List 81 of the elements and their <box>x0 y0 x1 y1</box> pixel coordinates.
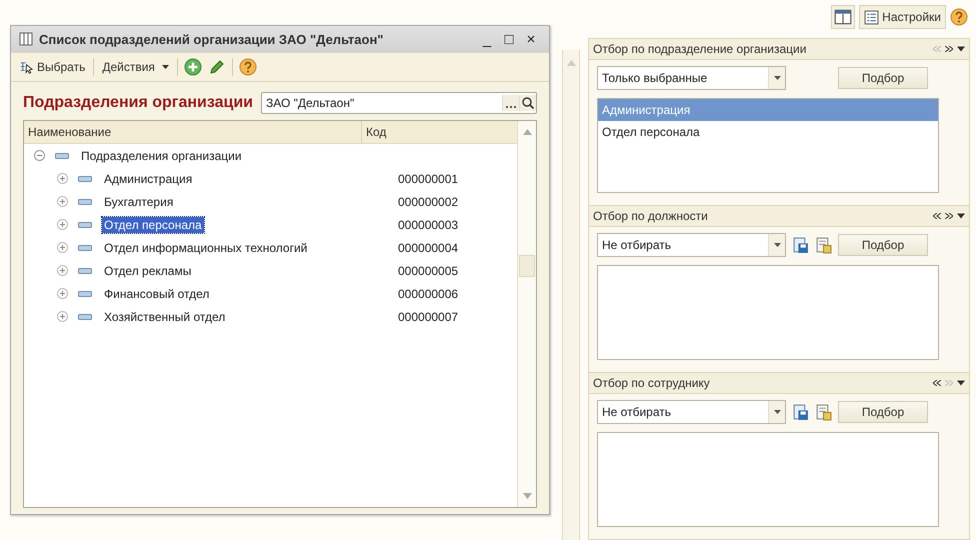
help-icon[interactable] <box>238 58 257 76</box>
code-cell-text: 000000002 <box>397 194 458 208</box>
list-icon <box>864 10 880 24</box>
code-cell-text: 000000005 <box>397 264 458 278</box>
tree-item[interactable]: Администрация <box>102 170 194 186</box>
caret-icon <box>774 243 780 247</box>
code-cell-text: 000000003 <box>397 218 458 232</box>
code-cell-text: 000000004 <box>397 240 458 254</box>
code-cell-text: 000000007 <box>397 310 458 324</box>
window-control-button[interactable]: _ <box>477 30 497 48</box>
open-folder-icon[interactable] <box>815 404 832 420</box>
tree-item[interactable]: Хозяйственный отдел <box>102 308 228 324</box>
list-item[interactable]: Отдел персонала <box>598 121 938 143</box>
group-icon <box>78 290 92 296</box>
pick-button[interactable]: Подбор <box>838 401 928 423</box>
form-heading: Подразделения организации <box>23 94 253 112</box>
scroll-down-icon[interactable] <box>522 493 532 499</box>
caret-icon <box>162 65 169 69</box>
tree-item[interactable]: Отдел персонала <box>102 216 204 232</box>
filter-mode-dropdown[interactable]: Не отбирать <box>597 233 786 257</box>
caret-icon <box>774 76 780 80</box>
save-icon[interactable] <box>792 236 809 254</box>
pencil-icon[interactable] <box>208 58 226 76</box>
expand-icon[interactable] <box>57 196 68 207</box>
expand-icon[interactable] <box>57 288 68 299</box>
scroll-thumb[interactable] <box>519 255 535 277</box>
window-control-button[interactable]: □ <box>499 30 519 48</box>
select-button[interactable]: Выбрать <box>17 58 88 76</box>
pick-button[interactable]: Подбор <box>838 234 928 256</box>
collapse-icon[interactable] <box>34 150 45 161</box>
organization-field[interactable]: ЗАО "Дельтаон" <box>260 92 537 114</box>
next-icon[interactable] <box>945 46 953 52</box>
group-icon <box>78 268 92 274</box>
expand-icon[interactable] <box>57 311 68 322</box>
previous-icon[interactable] <box>933 213 941 219</box>
next-icon[interactable] <box>945 213 953 219</box>
filter-title: Отбор по сотруднику <box>593 376 710 390</box>
dropdown-icon[interactable] <box>957 213 965 219</box>
group-icon <box>55 152 69 158</box>
tree-item[interactable]: Отдел информационных технологий <box>102 240 310 256</box>
tree-item[interactable]: Отдел рекламы <box>102 262 194 278</box>
expand-icon[interactable] <box>57 265 68 276</box>
filter-title: Отбор по должности <box>593 209 708 223</box>
expand-icon[interactable] <box>57 173 68 184</box>
tree-item[interactable]: Финансовый отдел <box>102 286 212 302</box>
group-icon <box>78 176 92 182</box>
settings-button[interactable]: Настройки <box>859 5 946 29</box>
filter-title: Отбор по подразделение организации <box>593 42 806 56</box>
scroll-up-icon[interactable] <box>522 129 532 135</box>
caret-icon <box>774 410 780 414</box>
group-icon <box>78 222 92 228</box>
pick-button[interactable]: Подбор <box>838 67 928 89</box>
column-header[interactable]: Код <box>362 121 517 143</box>
dropdown-icon[interactable] <box>957 380 965 386</box>
scrollbar[interactable] <box>517 121 536 507</box>
search-icon[interactable] <box>519 95 536 111</box>
previous-icon[interactable] <box>933 380 941 386</box>
open-folder-icon[interactable] <box>815 236 832 254</box>
actions-menu-button[interactable]: Действия <box>100 58 171 76</box>
expand-icon[interactable] <box>57 219 68 230</box>
add-icon[interactable] <box>184 58 202 76</box>
group-icon <box>78 244 92 250</box>
filter-mode-dropdown[interactable]: Только выбранные <box>597 66 786 90</box>
ellipsis-icon[interactable] <box>502 95 519 111</box>
window-title: Список подразделений организации ЗАО "Дельтаон" <box>39 32 384 46</box>
layout-icon[interactable] <box>831 5 856 29</box>
code-cell-text: 000000001 <box>397 172 458 186</box>
tree-item[interactable]: Бухгалтерия <box>102 194 176 210</box>
save-icon[interactable] <box>792 404 809 420</box>
dropdown-icon[interactable] <box>957 46 965 52</box>
table-icon <box>19 32 33 46</box>
tree-cursor-icon <box>19 60 34 74</box>
group-icon <box>78 314 92 320</box>
group-icon <box>78 198 92 204</box>
filter-mode-dropdown[interactable]: Не отбирать <box>597 400 786 424</box>
code-cell-text: 000000006 <box>397 286 458 300</box>
help-icon[interactable] <box>950 8 968 26</box>
column-header[interactable]: Наименование <box>24 121 362 143</box>
expand-icon[interactable] <box>57 242 68 253</box>
tree-item[interactable]: Подразделения организации <box>79 148 244 164</box>
window-control-button[interactable]: × <box>521 30 541 48</box>
